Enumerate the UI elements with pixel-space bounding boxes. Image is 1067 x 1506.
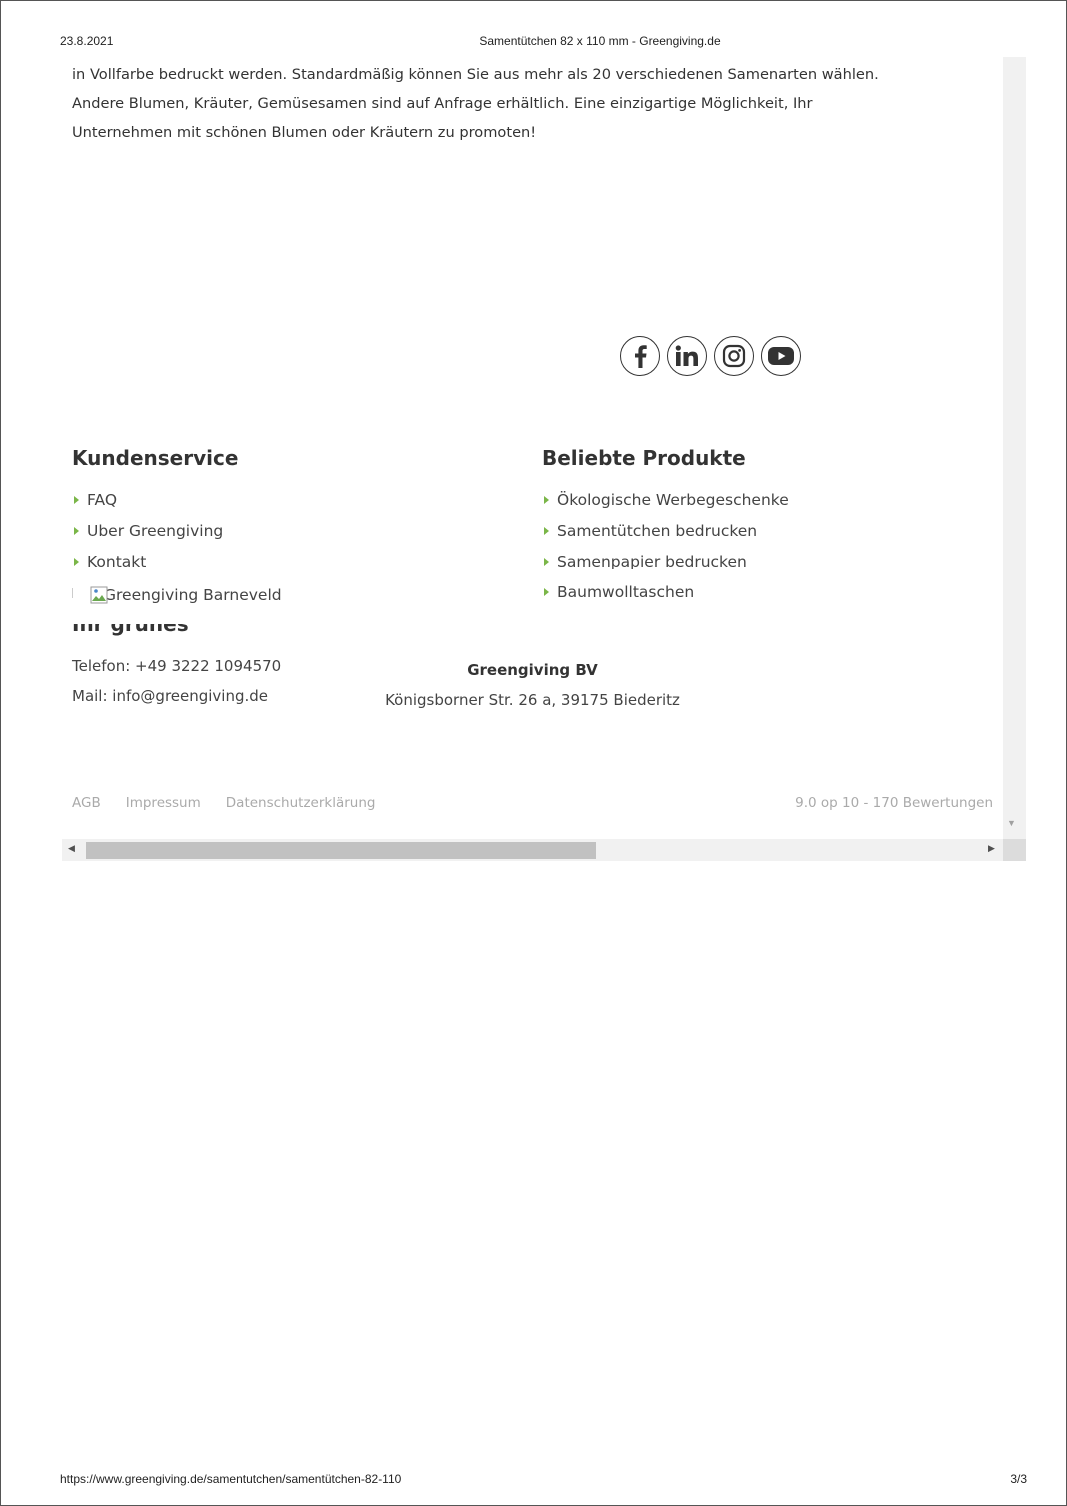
produkte-list-overflow: Baumwolltaschen xyxy=(542,582,694,613)
social-links xyxy=(620,336,801,376)
scroll-right-arrow-icon[interactable]: ▶ xyxy=(988,843,995,854)
list-item[interactable]: Ökologische Werbegeschenke xyxy=(542,490,789,521)
link-kontakt[interactable]: Kontakt xyxy=(87,552,146,569)
rating-text[interactable]: 9.0 op 10 - 170 Bewertungen xyxy=(795,795,993,811)
list-item[interactable]: Baumwolltaschen xyxy=(542,582,694,613)
contact-mail[interactable]: Mail: info@greengiving.de xyxy=(72,687,268,705)
bullet-triangle-icon xyxy=(544,558,549,566)
footer-links: AGB Impressum Datenschutzerklärung xyxy=(72,795,375,811)
linkedin-icon[interactable] xyxy=(667,336,707,376)
description-line: in Vollfarbe bedruckt werden. Standardmä… xyxy=(72,66,879,83)
scroll-down-arrow-icon[interactable]: ▼ xyxy=(1007,818,1016,828)
scroll-left-arrow-icon[interactable]: ◀ xyxy=(68,843,75,854)
bullet-triangle-icon xyxy=(544,527,549,535)
description-line: Unternehmen mit schönen Blumen oder Kräu… xyxy=(72,124,537,141)
link-baumwolltaschen[interactable]: Baumwolltaschen xyxy=(557,582,694,602)
print-url: https://www.greengiving.de/samentutchen/… xyxy=(60,1472,402,1486)
youtube-icon[interactable] xyxy=(761,336,801,376)
company-name: Greengiving BV xyxy=(467,661,598,679)
beliebte-produkte-heading: Beliebte Produkte xyxy=(542,446,746,470)
bullet-triangle-icon xyxy=(74,496,79,504)
vertical-scrollbar[interactable] xyxy=(1003,57,1026,839)
horizontal-scrollbar-thumb[interactable] xyxy=(86,842,596,859)
list-item[interactable]: Uber Greengiving xyxy=(72,521,223,552)
company-address: Königsborner Str. 26 a, 39175 Biederitz xyxy=(385,691,680,709)
print-page-number: 3/3 xyxy=(1010,1472,1027,1486)
facebook-icon[interactable] xyxy=(620,336,660,376)
contact-heading-clipped: Ihr grünes Werbegeschenk xyxy=(72,624,189,636)
produkte-list: Ökologische Werbegeschenke Samentütchen … xyxy=(542,490,789,569)
bullet-triangle-icon xyxy=(544,588,549,596)
list-item[interactable]: FAQ xyxy=(72,490,223,521)
scrollbar-corner xyxy=(1003,839,1026,861)
link-impressum[interactable]: Impressum xyxy=(126,795,201,811)
link-uber-greengiving[interactable]: Uber Greengiving xyxy=(87,521,223,541)
link-samentuetchen-bedrucken[interactable]: Samentütchen bedrucken xyxy=(557,521,757,541)
kundenservice-heading: Kundenservice xyxy=(72,446,239,470)
kundenservice-list-container: FAQ Uber Greengiving Kontakt xyxy=(72,490,372,569)
broken-image-icon xyxy=(90,586,108,604)
product-description: in Vollfarbe bedruckt werden. Standardmä… xyxy=(72,60,992,147)
link-faq[interactable]: FAQ xyxy=(87,490,117,510)
link-datenschutzerklaerung[interactable]: Datenschutzerklärung xyxy=(226,795,376,811)
print-title: Samentütchen 82 x 110 mm - Greengiving.d… xyxy=(479,34,721,48)
kundenservice-list: FAQ Uber Greengiving Kontakt xyxy=(72,490,223,569)
broken-image: Greengiving Barneveld xyxy=(90,586,282,604)
bullet-triangle-icon xyxy=(74,558,79,566)
divider xyxy=(72,588,73,598)
link-samenpapier-bedrucken[interactable]: Samenpapier bedrucken xyxy=(557,552,747,569)
produkte-list-container: Ökologische Werbegeschenke Samentütchen … xyxy=(542,490,962,569)
description-line: Andere Blumen, Kräuter, Gemüsesamen sind… xyxy=(72,95,813,112)
page-frame xyxy=(0,0,1067,1506)
contact-phone[interactable]: Telefon: +49 3222 1094570 xyxy=(72,657,281,675)
broken-image-alt-text: Greengiving Barneveld xyxy=(104,586,282,604)
link-agb[interactable]: AGB xyxy=(72,795,101,811)
bullet-triangle-icon xyxy=(74,527,79,535)
list-item[interactable]: Samenpapier bedrucken xyxy=(542,552,789,569)
link-oekologische-werbegeschenke[interactable]: Ökologische Werbegeschenke xyxy=(557,490,789,510)
list-item[interactable]: Kontakt xyxy=(72,552,223,569)
list-item[interactable]: Samentütchen bedrucken xyxy=(542,521,789,552)
instagram-icon[interactable] xyxy=(714,336,754,376)
bullet-triangle-icon xyxy=(544,496,549,504)
